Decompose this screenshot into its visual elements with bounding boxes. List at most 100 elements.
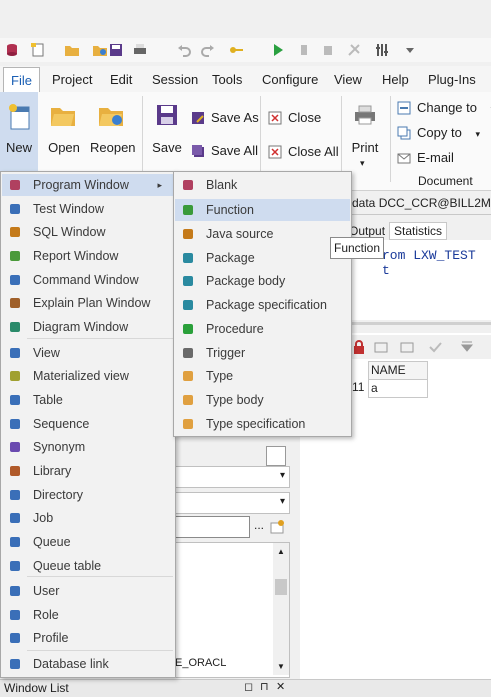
save-as-button[interactable]: Save As (191, 108, 259, 128)
submenu-item-procedure[interactable]: Procedure (175, 318, 350, 340)
menu-item-library[interactable]: Library (2, 460, 174, 482)
menu-item-label: SQL Window (33, 221, 105, 243)
menu-item-test-window[interactable]: Test Window (2, 198, 174, 220)
menu-plugins[interactable]: Plug-Ins (428, 72, 476, 87)
copy-to-dropdown-icon[interactable]: ▾ (475, 129, 480, 139)
filter-dropdown[interactable]: ▾ (172, 466, 290, 488)
submenu-item-package[interactable]: Package (175, 247, 350, 269)
execute-icon[interactable] (270, 42, 286, 58)
email-button[interactable]: E-mail (397, 148, 454, 168)
settings-sliders-icon[interactable] (374, 42, 390, 58)
menu-item-view[interactable]: View (2, 342, 174, 364)
down-arrows-icon[interactable] (460, 340, 474, 354)
insert-row-icon[interactable] (400, 340, 414, 354)
pin-icon[interactable]: ⊓ (260, 680, 269, 693)
print-dropdown-icon[interactable]: ▾ (360, 158, 365, 169)
commit-icon[interactable] (320, 42, 336, 58)
menu-item-sql-window[interactable]: SQL Window (2, 221, 174, 243)
reopen-icon[interactable] (92, 42, 108, 58)
menu-view[interactable]: View (334, 72, 362, 87)
menu-session[interactable]: Session (152, 72, 198, 87)
menu-item-database-link[interactable]: Database link (2, 653, 174, 675)
menu-item-diagram-window[interactable]: Diagram Window (2, 316, 174, 338)
lock-icon[interactable] (353, 340, 365, 354)
open-button[interactable]: Open (44, 92, 84, 172)
submenu-item-blank[interactable]: Blank (175, 174, 350, 196)
submenu-item-type-specification[interactable]: Type specification (175, 413, 350, 435)
undo-icon[interactable] (176, 42, 192, 58)
tab-output[interactable]: Output (349, 224, 385, 238)
new-icon[interactable] (30, 42, 46, 58)
object-tree[interactable]: ▲ ▼ E_ORACL (172, 542, 290, 678)
submenu-item-package-specification[interactable]: Package specification (175, 294, 350, 316)
menu-item-command-window[interactable]: Command Window (2, 269, 174, 291)
copy-to-button[interactable]: Copy to ▾ (397, 123, 480, 143)
menu-item-role[interactable]: Role (2, 604, 174, 626)
menu-project[interactable]: Project (52, 72, 92, 87)
menu-item-report-window[interactable]: Report Window (2, 245, 174, 267)
close-button[interactable]: Close (268, 108, 321, 128)
menu-item-table[interactable]: Table (2, 389, 174, 411)
sql-text: rom LXW_TEST t (382, 248, 491, 278)
save-icon[interactable] (108, 42, 124, 58)
tree-item[interactable]: E_ORACL (175, 657, 226, 669)
key-icon[interactable] (228, 42, 244, 58)
menu-tools[interactable]: Tools (212, 72, 242, 87)
owner-dropdown[interactable]: ▾ (172, 492, 290, 514)
restore-icon[interactable]: ◻ (244, 680, 253, 693)
more-button[interactable]: ... (254, 518, 264, 532)
submenu-item-trigger[interactable]: Trigger (175, 342, 350, 364)
menu-item-queue[interactable]: Queue (2, 531, 174, 553)
menu-item-synonym[interactable]: Synonym (2, 436, 174, 458)
submenu-item-type-body[interactable]: Type body (175, 389, 350, 411)
submenu-item-type[interactable]: Type (175, 365, 350, 387)
search-input[interactable] (172, 516, 250, 538)
tab-statistics[interactable]: Statistics (389, 222, 447, 240)
open-icon[interactable] (64, 42, 80, 58)
submenu-item-function[interactable]: Function (175, 199, 350, 221)
reopen-button[interactable]: Reopen (90, 92, 134, 172)
break-icon[interactable] (346, 42, 362, 58)
scrollbar[interactable]: ▲ ▼ (273, 543, 289, 675)
menu-help[interactable]: Help (382, 72, 409, 87)
menu-item-profile[interactable]: Profile (2, 627, 174, 649)
menu-item-queue-table[interactable]: Queue table (2, 555, 174, 577)
new-button[interactable]: New (0, 92, 38, 172)
menu-item-sequence[interactable]: Sequence (2, 413, 174, 435)
checkbox[interactable] (266, 446, 286, 466)
menu-item-label: Profile (33, 627, 68, 649)
change-to-button[interactable]: Change to ▾ (397, 98, 491, 118)
grid-cell[interactable]: a (368, 379, 428, 398)
menu-item-directory[interactable]: Directory (2, 484, 174, 506)
menu-edit[interactable]: Edit (110, 72, 132, 87)
menu-item-program-window[interactable]: Program Window▸ (2, 174, 174, 196)
window-title: data DCC_CCR@BILL2MK (352, 196, 491, 216)
check-icon[interactable] (428, 340, 442, 354)
customize-dropdown-icon[interactable] (402, 42, 418, 58)
menu-item-job[interactable]: Job (2, 507, 174, 529)
submenu-item-java-source[interactable]: Java source (175, 223, 350, 245)
edit-row-icon[interactable] (374, 340, 388, 354)
grid-header-name[interactable]: NAME (368, 361, 428, 380)
menu-file[interactable]: File (3, 67, 40, 93)
print-icon[interactable] (132, 42, 148, 58)
scroll-up-icon[interactable]: ▲ (277, 547, 285, 556)
submenu-item-package-body[interactable]: Package body (175, 270, 350, 292)
save-all-button[interactable]: Save All (191, 141, 258, 161)
step-icon[interactable] (296, 42, 312, 58)
print-label: Print (346, 140, 384, 155)
close-pane-icon[interactable]: ✕ (276, 680, 285, 693)
close-all-button[interactable]: Close All (268, 142, 339, 162)
menu-item-materialized-view[interactable]: Materialized view (2, 365, 174, 387)
print-button[interactable]: Print ▾ (346, 92, 384, 172)
save-button[interactable]: Save (148, 92, 186, 172)
scroll-thumb[interactable] (275, 579, 287, 595)
menu-item-user[interactable]: User (2, 580, 174, 602)
add-folder-icon[interactable] (270, 520, 284, 534)
diagram-window-icon (8, 320, 22, 334)
menu-item-explain-plan-window[interactable]: Explain Plan Window (2, 292, 174, 314)
menu-configure[interactable]: Configure (262, 72, 318, 87)
database-icon[interactable] (4, 42, 20, 58)
redo-icon[interactable] (200, 42, 216, 58)
scroll-down-icon[interactable]: ▼ (277, 662, 285, 671)
